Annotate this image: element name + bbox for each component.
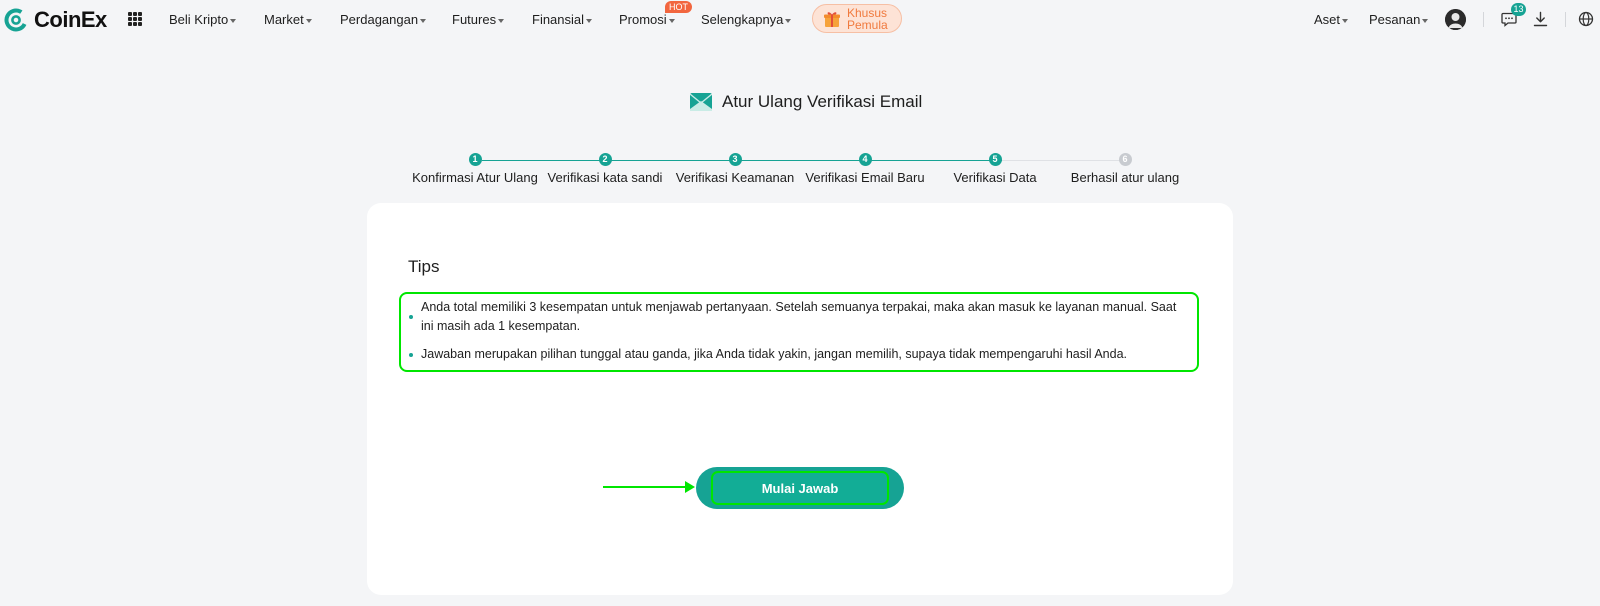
promo-line-2: Pemula	[847, 17, 888, 32]
nav-market-label: Market	[264, 12, 304, 27]
chevron-down-icon	[305, 18, 312, 23]
step-4-number: 4	[858, 153, 872, 166]
gift-icon	[824, 11, 840, 27]
nav-futures[interactable]: Futures	[452, 12, 505, 27]
brand-name: CoinEx	[34, 7, 107, 32]
hot-badge: HOT	[665, 1, 692, 13]
step-2: 2 Verifikasi kata sandi	[535, 153, 675, 185]
chevron-down-icon	[668, 18, 675, 23]
step-6: 6 Berhasil atur ulang	[1055, 153, 1195, 185]
nav-perdagangan[interactable]: Perdagangan	[340, 12, 427, 27]
step-5: 5 Verifikasi Data	[925, 153, 1065, 185]
tip-item-1-text: Anda total memiliki 3 kesempatan untuk m…	[421, 300, 1177, 333]
nav-aset[interactable]: Aset	[1314, 12, 1349, 27]
tips-card: Tips Anda total memiliki 3 kesempatan un…	[367, 203, 1233, 595]
nav-divider	[1565, 12, 1566, 27]
avatar[interactable]	[1445, 9, 1466, 30]
step-3-label: Verifikasi Keamanan	[675, 170, 795, 185]
tip-item-1: Anda total memiliki 3 kesempatan untuk m…	[409, 298, 1191, 336]
chevron-down-icon	[785, 18, 792, 23]
message-count-badge: 13	[1511, 3, 1526, 16]
nav-promosi[interactable]: Promosi	[619, 12, 675, 27]
page-title-text: Atur Ulang Verifikasi Email	[722, 92, 923, 111]
nav-beli-kripto-label: Beli Kripto	[169, 12, 229, 27]
promo-text: Khusus Pemula	[847, 7, 888, 31]
promo-khusus-pemula-button[interactable]: Khusus Pemula	[812, 4, 902, 33]
promo-line-1: Khusus	[847, 5, 888, 20]
nav-divider	[1483, 12, 1484, 27]
coinex-logo[interactable]: CoinEx	[4, 7, 107, 33]
step-5-label: Verifikasi Data	[953, 170, 1037, 185]
email-icon	[690, 93, 712, 111]
step-5-number: 5	[988, 153, 1002, 166]
tip-item-2: Jawaban merupakan pilihan tunggal atau g…	[409, 345, 1191, 364]
tip-item-2-text: Jawaban merupakan pilihan tunggal atau g…	[421, 347, 1128, 361]
step-1-number: 1	[468, 153, 482, 166]
chevron-down-icon	[1342, 18, 1349, 23]
chevron-down-icon	[1422, 18, 1429, 23]
nav-pesanan-label: Pesanan	[1369, 12, 1421, 27]
pointer-arrow-line	[603, 486, 687, 488]
nav-promosi-label: Promosi	[619, 12, 667, 27]
step-3-number: 3	[728, 153, 742, 166]
nav-market[interactable]: Market	[264, 12, 312, 27]
step-4-label: Verifikasi Email Baru	[805, 170, 925, 185]
coinex-logo-icon	[4, 8, 28, 32]
arrow-right-icon	[685, 481, 695, 493]
step-3: 3 Verifikasi Keamanan	[665, 153, 805, 185]
step-4: 4 Verifikasi Email Baru	[795, 153, 935, 185]
globe-icon[interactable]	[1578, 11, 1594, 27]
page-title: Atur Ulang Verifikasi Email	[690, 92, 922, 112]
tips-list: Anda total memiliki 3 kesempatan untuk m…	[399, 292, 1199, 372]
chevron-down-icon	[230, 18, 237, 23]
bullet-icon	[409, 353, 413, 357]
nav-finansial-label: Finansial	[532, 12, 585, 27]
top-nav: CoinEx Beli Kripto Market Perdagangan Fu…	[0, 0, 1600, 38]
apps-grid-icon[interactable]	[128, 12, 142, 26]
bullet-icon	[409, 315, 413, 319]
chevron-down-icon	[498, 18, 505, 23]
nav-beli-kripto[interactable]: Beli Kripto	[169, 12, 237, 27]
chevron-down-icon	[420, 18, 427, 23]
step-1: 1 Konfirmasi Atur Ulang	[405, 153, 545, 185]
chevron-down-icon	[586, 18, 593, 23]
nav-futures-label: Futures	[452, 12, 497, 27]
step-1-label: Konfirmasi Atur Ulang	[412, 170, 538, 185]
nav-selengkapnya-label: Selengkapnya	[701, 12, 784, 27]
download-icon[interactable]	[1533, 11, 1548, 27]
tips-title: Tips	[408, 257, 440, 276]
step-2-number: 2	[598, 153, 612, 166]
nav-aset-label: Aset	[1314, 12, 1341, 27]
nav-finansial[interactable]: Finansial	[532, 12, 593, 27]
start-answer-button[interactable]: Mulai Jawab	[711, 471, 889, 505]
nav-pesanan[interactable]: Pesanan	[1369, 12, 1429, 27]
nav-perdagangan-label: Perdagangan	[340, 12, 419, 27]
step-6-label: Berhasil atur ulang	[1070, 170, 1180, 185]
nav-selengkapnya[interactable]: Selengkapnya	[701, 12, 792, 27]
step-2-label: Verifikasi kata sandi	[547, 170, 663, 185]
start-button-container: Mulai Jawab	[696, 467, 904, 509]
user-icon	[1445, 9, 1466, 30]
step-6-number: 6	[1118, 153, 1132, 166]
